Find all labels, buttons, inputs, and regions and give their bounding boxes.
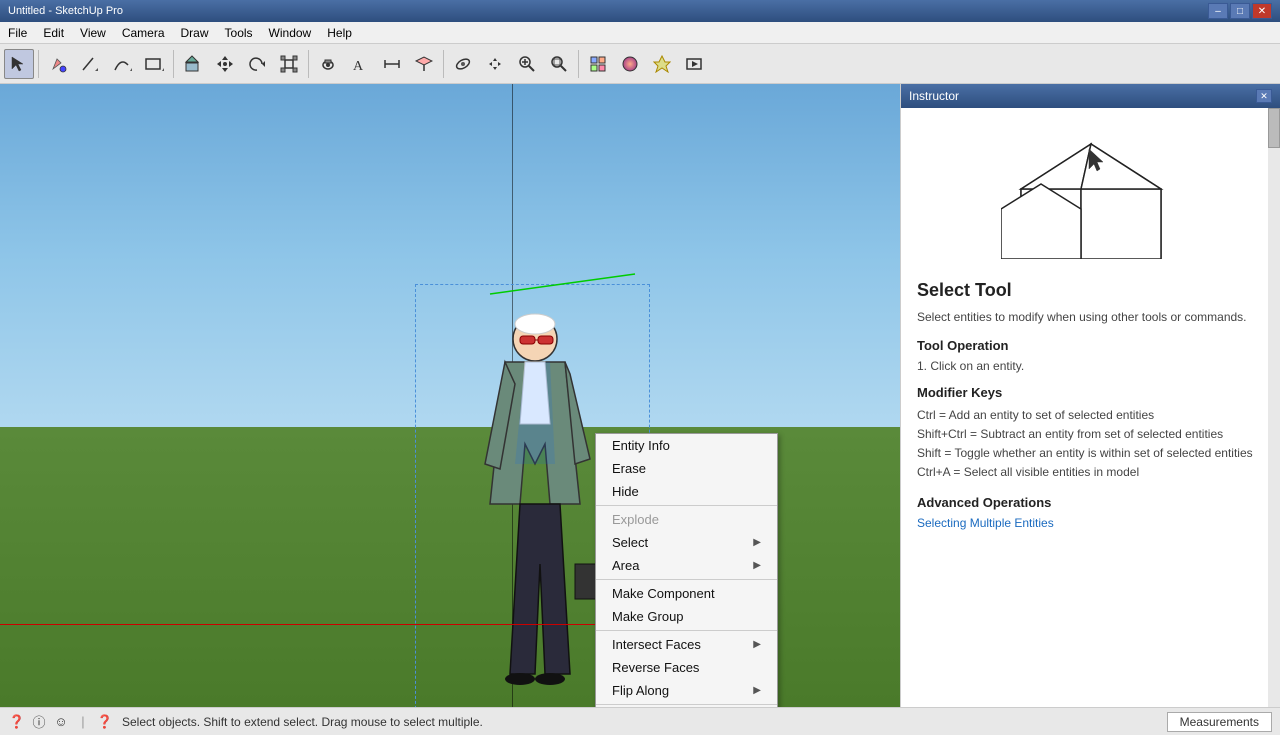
measurements-box: Measurements	[1167, 712, 1272, 732]
styles-button[interactable]	[647, 49, 677, 79]
menu-camera[interactable]: Camera	[114, 22, 173, 43]
ctx-erase[interactable]: Erase	[596, 457, 777, 480]
status-icon-divider: |	[74, 713, 92, 731]
rotate-tool-button[interactable]	[242, 49, 272, 79]
camera-tool-button[interactable]	[313, 49, 343, 79]
paint-tool-button[interactable]	[43, 49, 73, 79]
app-title: Untitled - SketchUp Pro	[8, 5, 123, 17]
rectangle-tool-button[interactable]	[139, 49, 169, 79]
instructor-operation-step: 1. Click on an entity.	[917, 359, 1264, 373]
status-icon-1: ❓	[8, 713, 26, 731]
ctx-make-component[interactable]: Make Component	[596, 582, 777, 605]
push-pull-tool-button[interactable]	[178, 49, 208, 79]
red-ground-line	[0, 624, 600, 625]
ctx-flip-along[interactable]: Flip Along ▶	[596, 679, 777, 702]
instructor-scrollbar-track[interactable]	[1268, 108, 1280, 707]
maximize-button[interactable]: □	[1230, 3, 1250, 19]
instructor-content: Select Tool Select entities to modify wh…	[901, 108, 1280, 707]
instructor-advanced-title: Advanced Operations	[917, 495, 1264, 510]
titlebar-controls: – □ ✕	[1208, 3, 1272, 19]
instructor-close-button[interactable]: ✕	[1256, 89, 1272, 103]
menu-draw[interactable]: Draw	[173, 22, 217, 43]
menu-help[interactable]: Help	[319, 22, 360, 43]
instructor-tool-desc: Select entities to modify when using oth…	[917, 309, 1264, 326]
instructor-advanced-link[interactable]: Selecting Multiple Entities	[917, 516, 1054, 530]
scale-tool-button[interactable]	[274, 49, 304, 79]
toolbar-separator-3	[308, 50, 309, 78]
ctx-flip-arrow: ▶	[753, 685, 761, 696]
menu-edit[interactable]: Edit	[35, 22, 72, 43]
select-tool-button[interactable]	[4, 49, 34, 79]
ctx-select[interactable]: Select ▶	[596, 531, 777, 554]
components-button[interactable]	[583, 49, 613, 79]
instructor-tool-name: Select Tool	[917, 280, 1264, 301]
minimize-button[interactable]: –	[1208, 3, 1228, 19]
instructor-image	[1001, 124, 1181, 264]
ctx-entity-info[interactable]: Entity Info	[596, 434, 777, 457]
close-button[interactable]: ✕	[1252, 3, 1272, 19]
arc-tool-button[interactable]	[107, 49, 137, 79]
orbit-tool-button[interactable]	[448, 49, 478, 79]
ctx-select-arrow: ▶	[753, 537, 761, 548]
ctx-explode: Explode	[596, 508, 777, 531]
pencil-tool-button[interactable]	[75, 49, 105, 79]
move-tool-button[interactable]	[210, 49, 240, 79]
svg-text:A: A	[353, 59, 364, 73]
instructor-operation-title: Tool Operation	[917, 338, 1264, 353]
instructor-scrollbar-thumb[interactable]	[1268, 108, 1280, 148]
status-icon-4: ❓	[96, 713, 114, 731]
status-icon-2: ⓘ	[30, 713, 48, 731]
ctx-separator-3	[596, 630, 777, 631]
ctx-area-arrow: ▶	[753, 560, 761, 571]
zoom-extents-button[interactable]	[544, 49, 574, 79]
scenes-button[interactable]	[679, 49, 709, 79]
materials-button[interactable]	[615, 49, 645, 79]
menu-file[interactable]: File	[0, 22, 35, 43]
menu-window[interactable]: Window	[261, 22, 320, 43]
status-icon-3: ☺	[52, 713, 70, 731]
main-content: Entity Info Erase Hide Explode Select ▶ …	[0, 84, 1280, 707]
ctx-hide[interactable]: Hide	[596, 480, 777, 503]
ctx-intersect-arrow: ▶	[753, 639, 761, 650]
menu-view[interactable]: View	[72, 22, 114, 43]
ctx-separator-2	[596, 579, 777, 580]
viewport[interactable]: Entity Info Erase Hide Explode Select ▶ …	[0, 84, 900, 707]
toolbar-separator-5	[578, 50, 579, 78]
text-tool-button[interactable]: A	[345, 49, 375, 79]
instructor-modifier-title: Modifier Keys	[917, 385, 1264, 400]
measurements-label: Measurements	[1180, 715, 1259, 729]
section-plane-button[interactable]	[409, 49, 439, 79]
menubar: File Edit View Camera Draw Tools Window …	[0, 22, 1280, 44]
instructor-modifier-keys: Ctrl = Add an entity to set of selected …	[917, 406, 1264, 483]
status-icons: ❓ ⓘ ☺ | ❓	[8, 713, 114, 731]
ctx-separator-4	[596, 704, 777, 705]
ctx-area[interactable]: Area ▶	[596, 554, 777, 577]
instructor-title-text: Instructor	[909, 89, 959, 103]
toolbar-separator-4	[443, 50, 444, 78]
statusbar: ❓ ⓘ ☺ | ❓ Select objects. Shift to exten…	[0, 707, 1280, 735]
menu-tools[interactable]: Tools	[217, 22, 261, 43]
toolbar: A	[0, 44, 1280, 84]
ctx-separator-1	[596, 505, 777, 506]
instructor-titlebar: Instructor ✕	[901, 84, 1280, 108]
ctx-reverse-faces[interactable]: Reverse Faces	[596, 656, 777, 679]
toolbar-separator-1	[38, 50, 39, 78]
pan-tool-button[interactable]	[480, 49, 510, 79]
ctx-intersect-faces[interactable]: Intersect Faces ▶	[596, 633, 777, 656]
context-menu: Entity Info Erase Hide Explode Select ▶ …	[595, 433, 778, 707]
dimension-tool-button[interactable]	[377, 49, 407, 79]
instructor-panel: Instructor ✕	[900, 84, 1280, 707]
ctx-make-group[interactable]: Make Group	[596, 605, 777, 628]
house-illustration	[1001, 129, 1181, 259]
titlebar: Untitled - SketchUp Pro – □ ✕	[0, 0, 1280, 22]
toolbar-separator-2	[173, 50, 174, 78]
status-text: Select objects. Shift to extend select. …	[122, 715, 483, 729]
zoom-tool-button[interactable]	[512, 49, 542, 79]
